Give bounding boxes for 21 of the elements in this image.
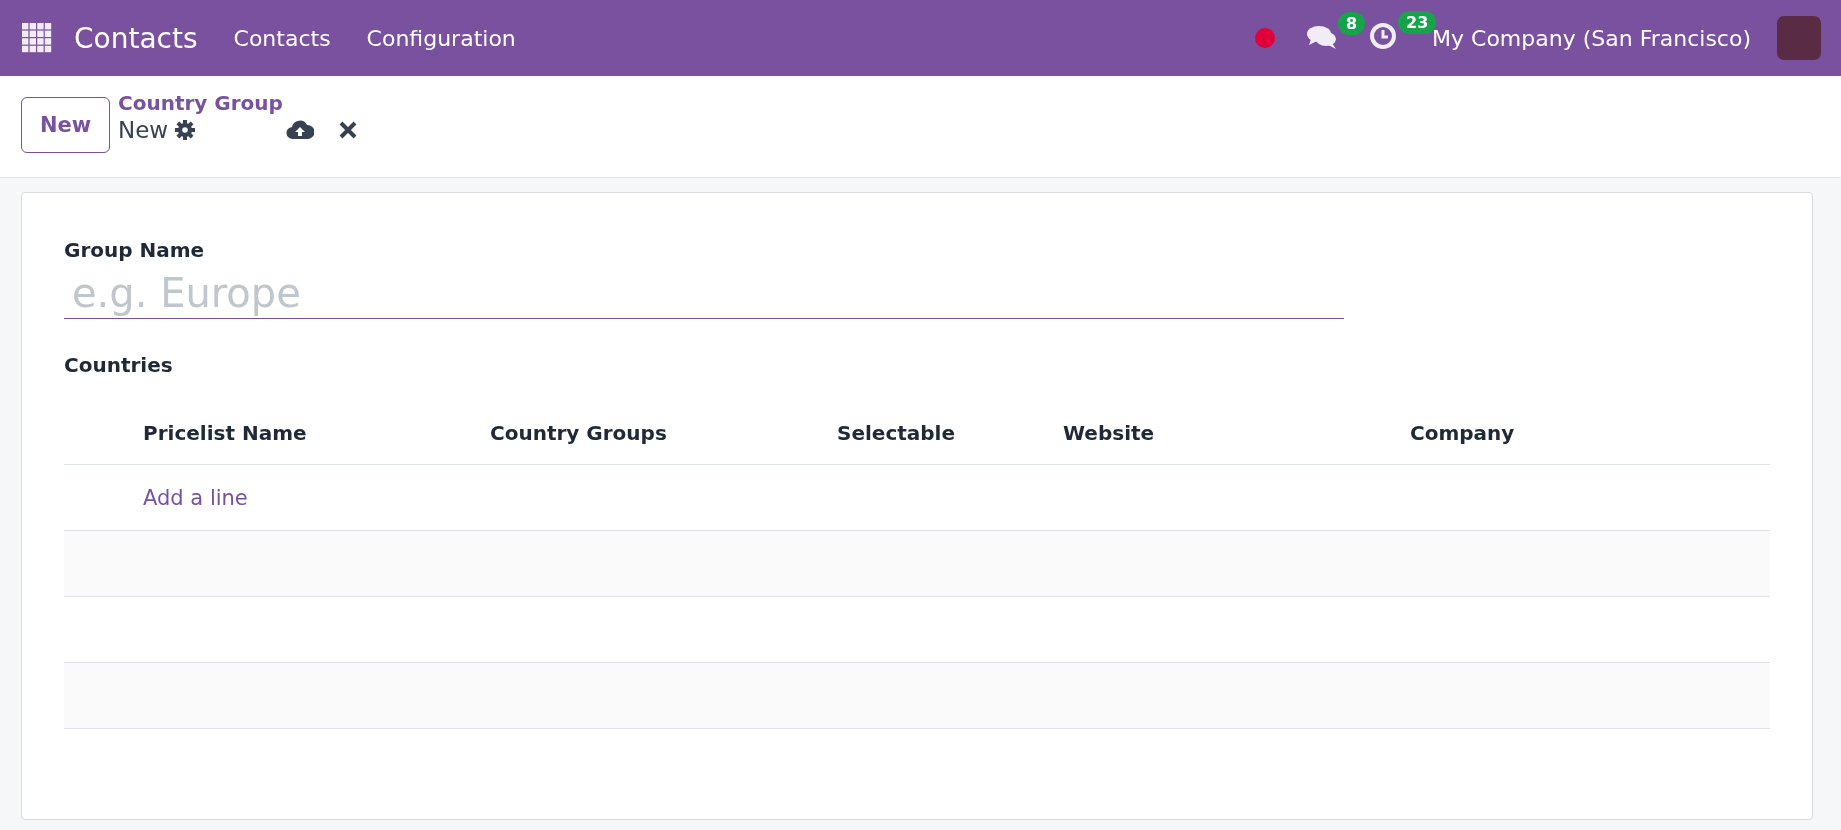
cloud-upload-icon[interactable] bbox=[286, 119, 315, 141]
column-header[interactable]: Website bbox=[1063, 420, 1155, 445]
message-count-badge: 8 bbox=[1338, 11, 1366, 35]
new-button[interactable]: New bbox=[21, 97, 110, 153]
apps-menu-icon[interactable] bbox=[22, 23, 52, 53]
discard-icon[interactable] bbox=[339, 121, 358, 139]
column-header[interactable]: Pricelist Name bbox=[143, 420, 307, 445]
column-header[interactable]: Company bbox=[1410, 420, 1515, 445]
status-dot-icon[interactable] bbox=[1254, 27, 1277, 49]
clock-icon[interactable] bbox=[1368, 20, 1399, 51]
menu-item[interactable]: Configuration bbox=[366, 25, 516, 51]
breadcrumb-link[interactable]: Country Group bbox=[118, 91, 358, 115]
record-name: New bbox=[118, 117, 169, 143]
add-line-link[interactable]: Add a line bbox=[143, 485, 248, 510]
settings-icon[interactable] bbox=[174, 119, 197, 141]
column-header[interactable]: Selectable bbox=[837, 420, 956, 445]
menu-item[interactable]: Contacts bbox=[233, 25, 331, 51]
section-label: Countries bbox=[64, 353, 173, 377]
field-label: Group Name bbox=[64, 238, 205, 262]
column-header[interactable]: Country Groups bbox=[490, 420, 667, 445]
app-name[interactable]: Contacts bbox=[74, 21, 198, 55]
